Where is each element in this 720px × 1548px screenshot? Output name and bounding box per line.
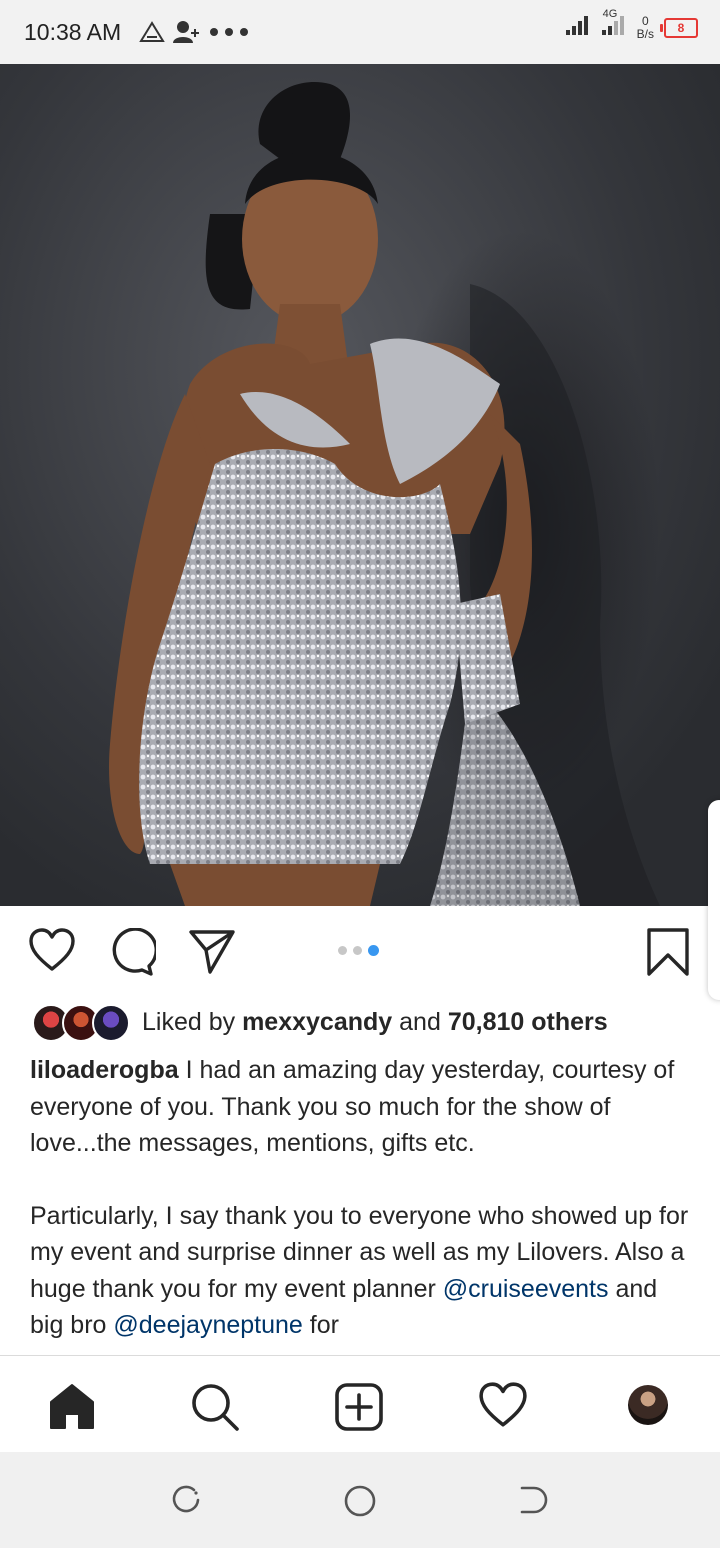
- post-caption: liloaderogba I had an amazing day yester…: [30, 1052, 692, 1344]
- new-post-icon[interactable]: [334, 1382, 384, 1437]
- home-circle-icon[interactable]: [343, 1484, 377, 1523]
- back-icon[interactable]: [516, 1484, 550, 1521]
- avatar: [92, 1004, 130, 1042]
- likes-count[interactable]: 70,810 others: [448, 1008, 608, 1037]
- mention-link[interactable]: @deejayneptune: [113, 1311, 302, 1339]
- liker-avatars: [32, 1002, 132, 1042]
- photo-of-woman-in-sequin-dress-icon: [109, 82, 660, 906]
- profile-avatar[interactable]: [628, 1385, 668, 1425]
- add-contact-icon: [171, 19, 201, 45]
- activity-heart-icon[interactable]: [478, 1382, 528, 1433]
- bookmark-icon[interactable]: [646, 928, 690, 981]
- search-icon[interactable]: [190, 1382, 240, 1437]
- carousel-dot-active: [368, 945, 379, 956]
- edge-panel-handle[interactable]: [708, 800, 720, 1000]
- speed-unit: B/s: [636, 26, 654, 41]
- bottom-navigation: [0, 1355, 720, 1453]
- share-send-icon[interactable]: [188, 928, 236, 979]
- speed-value: 0: [641, 13, 649, 28]
- liker-username[interactable]: mexxycandy: [242, 1008, 392, 1037]
- comment-icon[interactable]: [108, 927, 158, 981]
- post-actions: [0, 906, 720, 998]
- status-bar: 10:38 AM 4G 0 B/s 8: [0, 0, 720, 64]
- recents-icon[interactable]: [170, 1484, 202, 1521]
- caption-text: for: [302, 1311, 339, 1339]
- carousel-dot: [353, 946, 362, 955]
- likes-summary[interactable]: Liked by mexxycandy and 70,810 others: [32, 1000, 608, 1044]
- network-type-label: 4G: [602, 8, 618, 20]
- caption-username[interactable]: liloaderogba: [30, 1056, 179, 1084]
- battery-indicator: 8: [660, 17, 698, 38]
- signal-4g-icon: 4G: [601, 8, 627, 41]
- system-navigation: [0, 1452, 720, 1548]
- home-icon[interactable]: [48, 1382, 96, 1435]
- carousel-dot: [338, 946, 347, 955]
- signal-icon: [565, 14, 591, 41]
- carousel-indicator: [338, 945, 379, 956]
- more-dots-icon: [209, 27, 249, 37]
- warning-triangle-icon: [139, 20, 165, 44]
- status-time: 10:38 AM: [24, 18, 122, 45]
- likes-prefix: Liked by: [142, 1007, 236, 1036]
- mention-link[interactable]: @cruiseevents: [443, 1275, 609, 1303]
- post-image[interactable]: [0, 64, 720, 906]
- like-heart-icon[interactable]: [28, 928, 76, 977]
- likes-middle: and: [399, 1007, 441, 1036]
- network-speed: 0 B/s: [636, 13, 654, 41]
